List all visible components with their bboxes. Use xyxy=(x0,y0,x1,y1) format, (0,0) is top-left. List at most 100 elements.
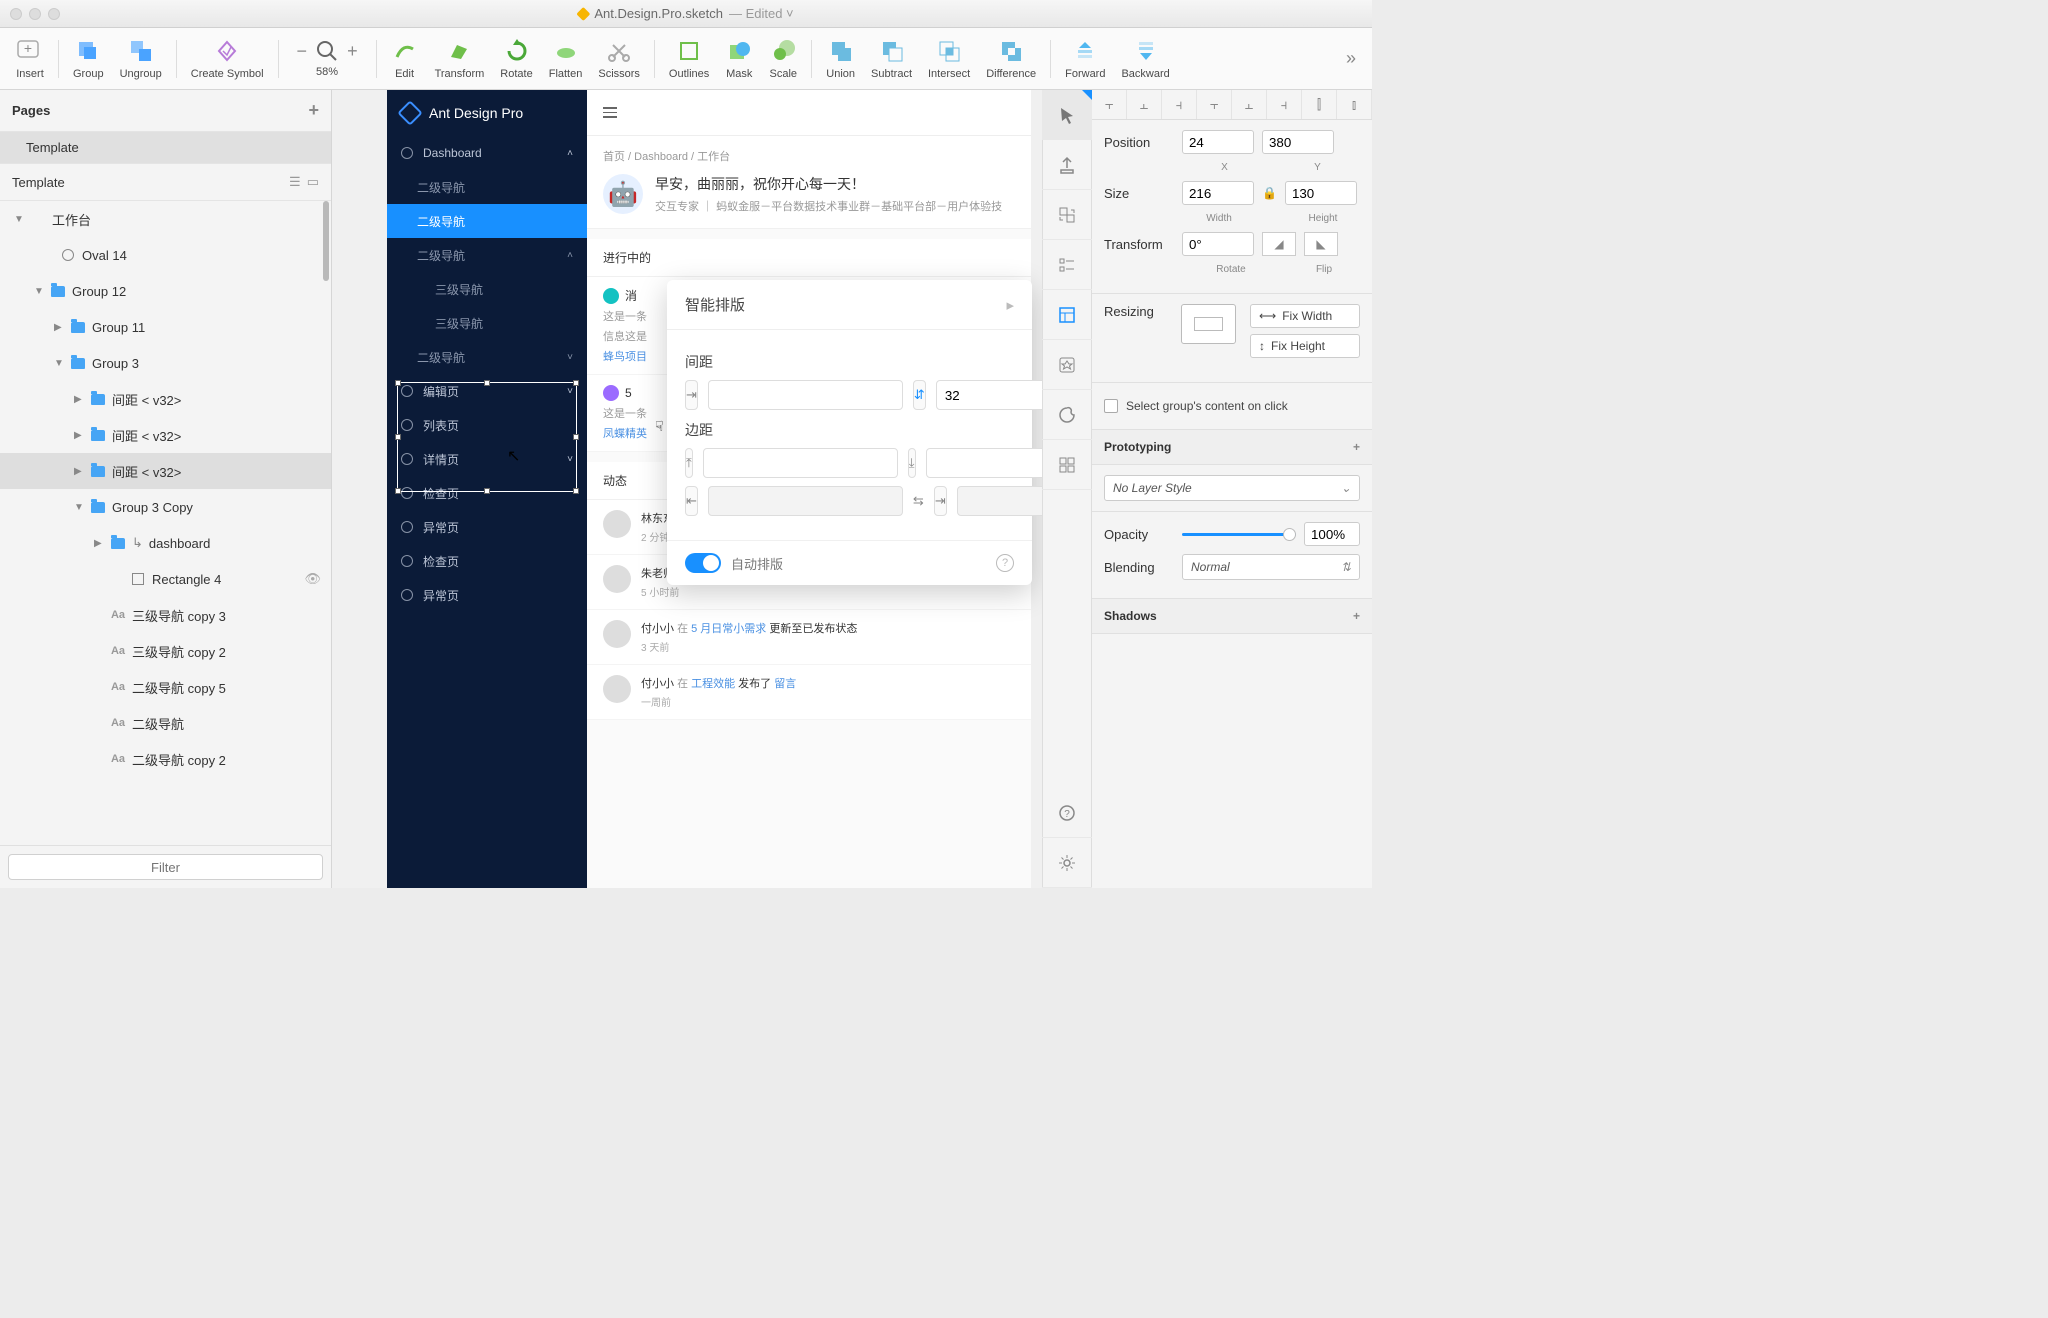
rail-grid-icon[interactable] xyxy=(1042,440,1092,490)
add-shadow-button[interactable]: + xyxy=(1353,609,1360,623)
intersect-button[interactable]: Intersect xyxy=(922,37,976,80)
zoom-control[interactable]: − + 58% xyxy=(287,39,368,78)
layer-row[interactable]: Aa三级导航 copy 3 xyxy=(0,597,331,633)
layer-row[interactable]: Aa二级导航 xyxy=(0,705,331,741)
create-symbol-button[interactable]: Create Symbol xyxy=(185,37,270,80)
layer-row[interactable]: ▼工作台 xyxy=(0,201,331,237)
layer-row[interactable]: ▶间距 < v32> xyxy=(0,381,331,417)
fix-width-button[interactable]: ⟷ Fix Width xyxy=(1250,304,1360,328)
align-top-icon[interactable]: ⫟ xyxy=(1197,90,1232,119)
lock-aspect-icon[interactable]: 🔒 xyxy=(1262,186,1277,200)
align-right-icon[interactable]: ⫞ xyxy=(1162,90,1197,119)
scale-button[interactable]: Scale xyxy=(763,37,803,80)
layer-row[interactable]: ▼Group 12 xyxy=(0,273,331,309)
visibility-icon[interactable]: 👁 xyxy=(304,571,321,587)
rail-star-icon[interactable] xyxy=(1042,340,1092,390)
margin-right-input[interactable] xyxy=(957,486,1042,516)
link-margins-icon[interactable]: ⇆ xyxy=(913,493,924,509)
layer-row[interactable]: ▶间距 < v32> xyxy=(0,417,331,453)
rail-palette-icon[interactable] xyxy=(1042,390,1092,440)
panel-expand-icon[interactable]: ▸ xyxy=(1006,296,1014,314)
ungroup-button[interactable]: Ungroup xyxy=(114,37,168,80)
layer-row[interactable]: ▶↳dashboard xyxy=(0,525,331,561)
edited-indicator[interactable]: — Edited ˅ xyxy=(729,6,794,21)
layer-row[interactable]: Oval 14 xyxy=(0,237,331,273)
rail-list-icon[interactable] xyxy=(1042,240,1092,290)
union-button[interactable]: Union xyxy=(820,37,861,80)
layer-row[interactable]: ▼Group 3 Copy xyxy=(0,489,331,525)
minimize-window-icon[interactable] xyxy=(29,8,41,20)
canvas[interactable]: Ant Design Pro Dashboard˄二级导航二级导航二级导航˄三级… xyxy=(332,90,1042,888)
filter-input[interactable] xyxy=(8,854,323,880)
resizing-constraints[interactable] xyxy=(1181,304,1236,344)
distribute-h-icon[interactable]: ⫿ xyxy=(1302,90,1337,119)
layer-row[interactable]: ▶间距 < v32> xyxy=(0,453,331,489)
opacity-input[interactable] xyxy=(1304,522,1360,546)
layer-row[interactable]: Rectangle 4👁 xyxy=(0,561,331,597)
blending-select[interactable]: Normal⇅ xyxy=(1182,554,1360,580)
width-input[interactable] xyxy=(1182,181,1254,205)
h-spacing-icon[interactable]: ⇥ xyxy=(685,380,698,410)
flip-h-button[interactable]: ◢ xyxy=(1262,232,1296,256)
rail-settings-icon[interactable] xyxy=(1042,838,1092,888)
margin-left-icon[interactable]: ⇤ xyxy=(685,486,698,516)
distribute-v-icon[interactable]: ⫾ xyxy=(1337,90,1372,119)
rail-swap-icon[interactable] xyxy=(1042,190,1092,240)
add-prototype-button[interactable]: + xyxy=(1353,440,1360,454)
auto-layout-toggle[interactable] xyxy=(685,553,721,573)
layer-row[interactable]: Aa三级导航 copy 2 xyxy=(0,633,331,669)
align-bottom-icon[interactable]: ⫞ xyxy=(1267,90,1302,119)
v-spacing-input[interactable] xyxy=(936,380,1042,410)
layer-row[interactable]: ▶Group 11 xyxy=(0,309,331,345)
help-icon[interactable]: ? xyxy=(996,554,1014,572)
rail-select-icon[interactable] xyxy=(1042,90,1092,140)
margin-bottom-icon[interactable]: ⤓ xyxy=(908,448,916,478)
outlines-button[interactable]: Outlines xyxy=(663,37,715,80)
position-x-input[interactable] xyxy=(1182,130,1254,154)
select-content-checkbox[interactable] xyxy=(1104,399,1118,413)
layer-row[interactable]: ▼Group 3 xyxy=(0,345,331,381)
layer-row[interactable]: Aa二级导航 copy 5 xyxy=(0,669,331,705)
layer-tree[interactable]: ▼工作台Oval 14▼Group 12▶Group 11▼Group 3▶间距… xyxy=(0,201,331,845)
toolbar-overflow-button[interactable]: » xyxy=(1346,48,1362,69)
difference-button[interactable]: Difference xyxy=(980,37,1042,80)
rail-layout-icon[interactable] xyxy=(1042,290,1092,340)
h-spacing-input[interactable] xyxy=(708,380,903,410)
margin-right-icon[interactable]: ⇥ xyxy=(934,486,947,516)
rail-export-icon[interactable] xyxy=(1042,140,1092,190)
layer-row[interactable]: Aa二级导航 copy 2 xyxy=(0,741,331,777)
zoom-in-button[interactable]: + xyxy=(343,41,362,62)
backward-button[interactable]: Backward xyxy=(1115,37,1175,80)
add-page-button[interactable]: + xyxy=(308,100,319,121)
edit-button[interactable]: Edit xyxy=(385,37,425,80)
layer-style-select[interactable]: No Layer Style⌄ xyxy=(1104,475,1360,501)
list-view-icon[interactable]: ☰ xyxy=(289,174,301,190)
margin-top-input[interactable] xyxy=(703,448,898,478)
zoom-out-button[interactable]: − xyxy=(293,41,312,62)
scrollbar-thumb[interactable] xyxy=(323,201,329,281)
subtract-button[interactable]: Subtract xyxy=(865,37,918,80)
fix-height-button[interactable]: ↕ Fix Height xyxy=(1250,334,1360,358)
align-left-icon[interactable]: ⫟ xyxy=(1092,90,1127,119)
flatten-button[interactable]: Flatten xyxy=(543,37,589,80)
transform-button[interactable]: Transform xyxy=(429,37,491,80)
position-y-input[interactable] xyxy=(1262,130,1334,154)
margin-top-icon[interactable]: ⤒ xyxy=(685,448,693,478)
rail-help-icon[interactable]: ? xyxy=(1042,788,1092,838)
rotate-button[interactable]: Rotate xyxy=(494,37,538,80)
selection-box[interactable] xyxy=(397,382,577,492)
group-button[interactable]: Group xyxy=(67,37,110,80)
smart-layout-panel[interactable]: 智能排版 ▸ 间距 ⇥ ⇵ 边距 ⤒ ⤓ ⇤ ⇆ xyxy=(667,280,1032,585)
opacity-slider[interactable] xyxy=(1182,533,1296,536)
forward-button[interactable]: Forward xyxy=(1059,37,1111,80)
margin-left-input[interactable] xyxy=(708,486,903,516)
rotate-input[interactable] xyxy=(1182,232,1254,256)
insert-button[interactable]: + Insert xyxy=(10,37,50,80)
page-item[interactable]: Template xyxy=(0,132,331,163)
height-input[interactable] xyxy=(1285,181,1357,205)
align-hcenter-icon[interactable]: ⫠ xyxy=(1127,90,1162,119)
zoom-window-icon[interactable] xyxy=(48,8,60,20)
v-spacing-icon[interactable]: ⇵ xyxy=(913,380,926,410)
grid-view-icon[interactable]: ▭ xyxy=(307,174,319,190)
close-window-icon[interactable] xyxy=(10,8,22,20)
